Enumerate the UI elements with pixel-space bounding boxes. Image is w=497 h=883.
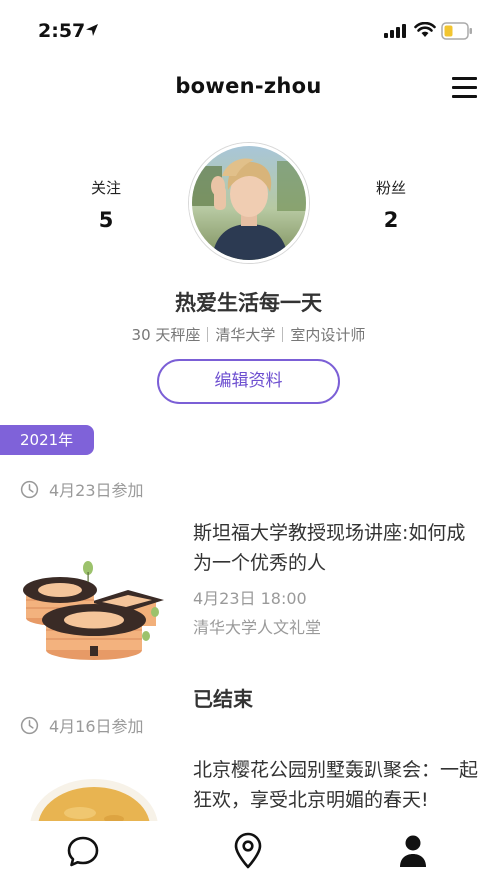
chat-bubble-icon bbox=[67, 836, 99, 867]
menu-icon bbox=[452, 77, 477, 80]
profile-job: 室内设计师 bbox=[290, 326, 366, 344]
wifi-icon bbox=[414, 22, 436, 37]
fans-count: 2 bbox=[383, 208, 399, 232]
event-image-tulou bbox=[23, 561, 164, 660]
tab-profile[interactable] bbox=[393, 831, 433, 871]
profile-age-sign: 30 天秤座 bbox=[131, 326, 201, 344]
joined-date: 4月16日参加 bbox=[49, 717, 144, 736]
joined-date-row: 4月16日参加 bbox=[20, 715, 144, 736]
profile-motto: 热爱生活每一天 bbox=[175, 291, 322, 315]
menu-icon-line bbox=[452, 86, 477, 89]
joined-date-row: 4月23日参加 bbox=[20, 479, 144, 500]
profile-meta: 30 天秤座 清华大学 室内设计师 bbox=[0, 324, 497, 345]
tab-chat[interactable] bbox=[63, 831, 103, 871]
menu-button[interactable] bbox=[452, 77, 478, 99]
meta-divider bbox=[282, 327, 284, 342]
status-time: 2:57 bbox=[38, 20, 86, 42]
clock-icon bbox=[20, 480, 39, 498]
avatar-photo bbox=[192, 146, 306, 260]
following-stat[interactable]: 关注 5 bbox=[66, 177, 146, 232]
event-card[interactable]: 斯坦福大学教授现场讲座:如何成为一个优秀的人 4月23日 18:00 清华大学人… bbox=[0, 512, 497, 662]
event-title: 斯坦福大学教授现场讲座:如何成为一个优秀的人 bbox=[193, 522, 466, 574]
event-card[interactable]: 北京樱花公园别墅轰趴聚会：一起狂欢，享受北京明媚的春天! bbox=[0, 755, 497, 821]
clock-icon bbox=[20, 716, 39, 734]
event-title: 北京樱花公园别墅轰趴聚会：一起狂欢，享受北京明媚的春天! bbox=[193, 759, 479, 811]
signal-icon bbox=[384, 24, 406, 38]
meta-divider bbox=[207, 327, 209, 342]
menu-icon-line bbox=[452, 95, 477, 98]
joined-date: 4月23日参加 bbox=[49, 481, 144, 500]
status-bar: 2:57 bbox=[0, 0, 497, 62]
event-time: 4月23日 18:00 bbox=[193, 589, 307, 608]
edit-profile-button[interactable]: 编辑资料 bbox=[157, 359, 340, 404]
tab-map[interactable] bbox=[228, 831, 268, 871]
following-count: 5 bbox=[98, 208, 114, 232]
fans-stat[interactable]: 粉丝 2 bbox=[351, 177, 431, 232]
year-tag: 2021年 bbox=[0, 425, 94, 455]
profile-school: 清华大学 bbox=[215, 326, 276, 344]
location-pin-icon bbox=[234, 832, 262, 869]
person-icon bbox=[400, 835, 426, 867]
avatar[interactable] bbox=[189, 143, 309, 263]
battery-icon bbox=[441, 22, 472, 40]
fans-label: 粉丝 bbox=[375, 179, 406, 197]
tab-bar bbox=[0, 821, 497, 883]
event-image-dish bbox=[30, 779, 158, 821]
following-label: 关注 bbox=[90, 179, 121, 197]
event-status: 已结束 bbox=[193, 687, 253, 711]
event-place: 清华大学人文礼堂 bbox=[193, 618, 322, 637]
page-title: bowen-zhou bbox=[175, 74, 322, 98]
location-arrow-icon bbox=[86, 24, 98, 36]
